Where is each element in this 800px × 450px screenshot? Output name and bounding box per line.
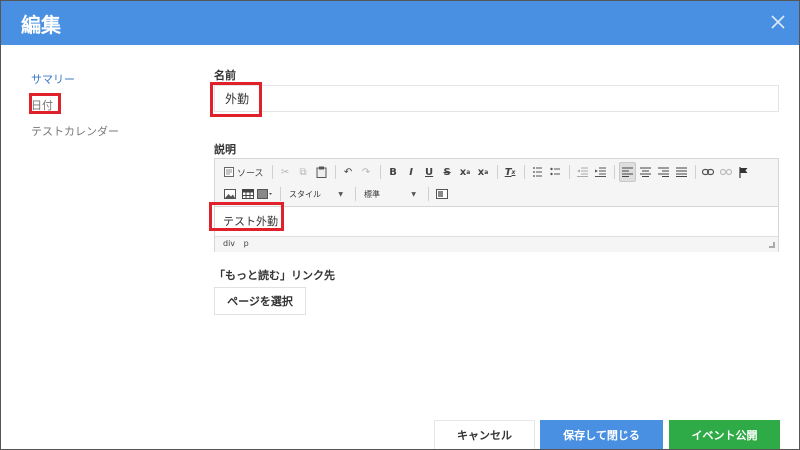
toolbar-separator: [523, 165, 525, 179]
clipboard-icon: [316, 166, 327, 178]
chevron-down-icon: ▼: [338, 190, 343, 198]
name-label: 名前: [214, 69, 236, 82]
dialog-title: 編集: [21, 13, 61, 37]
edit-dialog: 編集 サマリー 日付 テストカレンダー 名前 説明 ソース ✂ ⧉: [0, 0, 800, 450]
maximize-icon[interactable]: [433, 184, 450, 204]
bullet-list-glyph: [549, 167, 560, 176]
style-dropdown[interactable]: スタイル ▼: [285, 185, 347, 203]
description-label: 説明: [214, 143, 236, 156]
toolbar-separator: [271, 165, 273, 179]
justify-icon[interactable]: [673, 162, 690, 182]
flag-icon[interactable]: [736, 162, 753, 182]
table-glyph: [241, 189, 254, 199]
justify-glyph: [675, 167, 687, 177]
format-dropdown-label: 標準: [364, 189, 380, 199]
align-center-icon[interactable]: [637, 162, 654, 182]
dialog-header: 編集: [1, 1, 799, 45]
bullet-list-icon[interactable]: [547, 162, 564, 182]
resize-handle-icon[interactable]: [769, 242, 775, 248]
source-icon: [224, 167, 234, 177]
media-glyph: [257, 189, 272, 199]
bold-button[interactable]: B: [385, 162, 402, 182]
outdent-icon[interactable]: [574, 162, 591, 182]
align-right-icon[interactable]: [655, 162, 672, 182]
unlink-glyph: [720, 168, 733, 176]
copy-icon[interactable]: ⧉: [295, 162, 312, 182]
outdent-glyph: [576, 167, 588, 177]
redo-icon[interactable]: ↷: [358, 162, 375, 182]
path-item-div[interactable]: div: [223, 239, 235, 248]
rich-text-editor: ソース ✂ ⧉ ↶ ↷ B I U S xa xa Tx スタイル ▼ 標準 ▼…: [214, 158, 779, 252]
numbered-list-icon[interactable]: [529, 162, 546, 182]
format-dropdown[interactable]: 標準 ▼: [360, 185, 420, 203]
link-glyph: [702, 168, 715, 176]
align-right-glyph: [657, 167, 669, 177]
italic-button[interactable]: I: [403, 162, 420, 182]
indent-icon[interactable]: [592, 162, 609, 182]
chevron-down-icon: ▼: [411, 190, 416, 198]
align-left-icon[interactable]: [618, 162, 636, 182]
toolbar-separator: [613, 165, 615, 179]
close-icon[interactable]: [769, 13, 787, 31]
toolbar-separator: [694, 165, 696, 179]
toolbar-row-1: ソース ✂ ⧉ ↶ ↷ B I U S xa xa Tx: [221, 161, 754, 183]
remove-format-icon[interactable]: Tx: [502, 162, 519, 182]
source-button[interactable]: ソース: [221, 162, 267, 182]
superscript-icon[interactable]: xa: [475, 162, 492, 182]
highlight-box-description: [209, 202, 284, 231]
toolbar-separator: [496, 165, 498, 179]
name-input[interactable]: [214, 85, 779, 112]
element-path-bar: div p: [215, 236, 778, 252]
subscript-icon[interactable]: xa: [457, 162, 474, 182]
toolbar-separator: [568, 165, 570, 179]
sidebar-item-summary[interactable]: サマリー: [31, 71, 75, 87]
underline-button[interactable]: U: [421, 162, 438, 182]
toolbar-separator: [280, 187, 281, 201]
cut-icon[interactable]: ✂: [277, 162, 294, 182]
unlink-icon[interactable]: [718, 162, 735, 182]
link-icon[interactable]: [700, 162, 717, 182]
toolbar-separator: [355, 187, 356, 201]
editor-toolbar: ソース ✂ ⧉ ↶ ↷ B I U S xa xa Tx スタイル ▼ 標準 ▼: [215, 159, 778, 207]
path-item-p[interactable]: p: [244, 239, 249, 248]
paste-icon[interactable]: [313, 162, 330, 182]
publish-event-button[interactable]: イベント公開: [669, 420, 780, 449]
table-icon[interactable]: [239, 184, 256, 204]
editor-content[interactable]: テスト外勤: [215, 207, 778, 235]
image-glyph: [223, 189, 236, 199]
highlight-box-date: [29, 93, 61, 114]
select-page-button[interactable]: ページを選択: [214, 287, 306, 315]
anchor-flag-glyph: [739, 166, 748, 178]
toolbar-separator: [379, 165, 381, 179]
read-more-label: 「もっと読む」リンク先: [214, 269, 335, 282]
toolbar-separator: [334, 165, 336, 179]
image-icon[interactable]: [221, 184, 238, 204]
indent-glyph: [594, 167, 606, 177]
cancel-button[interactable]: キャンセル: [434, 420, 535, 449]
undo-icon[interactable]: ↶: [340, 162, 357, 182]
align-left-glyph: [621, 167, 633, 177]
strikethrough-button[interactable]: S: [439, 162, 456, 182]
highlight-box-name: [210, 82, 262, 117]
media-embed-icon[interactable]: [257, 184, 275, 204]
save-and-close-button[interactable]: 保存して閉じる: [540, 420, 663, 449]
source-label: ソース: [237, 168, 264, 179]
align-center-glyph: [639, 167, 651, 177]
maximize-glyph: [435, 189, 448, 199]
style-dropdown-label: スタイル: [289, 189, 321, 199]
toolbar-separator: [428, 187, 429, 201]
ordered-list-glyph: [532, 167, 542, 177]
sidebar-item-test-calendar[interactable]: テストカレンダー: [31, 123, 119, 139]
